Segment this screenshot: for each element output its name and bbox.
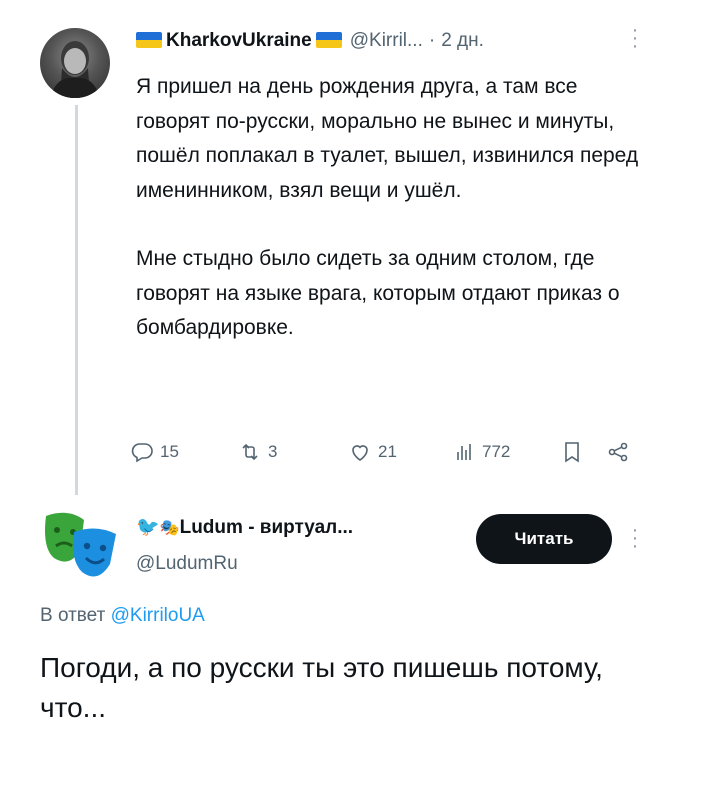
share-icon bbox=[608, 442, 628, 462]
portrait-image bbox=[50, 41, 100, 98]
like-button[interactable]: 21 bbox=[348, 440, 397, 464]
theater-masks-small-icon: 🎭 bbox=[159, 520, 180, 537]
reply-author-handle[interactable]: @LudumRu bbox=[136, 553, 238, 575]
author-avatar[interactable] bbox=[40, 28, 110, 98]
ukraine-flag-icon bbox=[315, 32, 342, 48]
tweet-actions: 15 3 21 772 bbox=[130, 440, 640, 470]
author-handle[interactable]: @Kirril... bbox=[350, 30, 423, 51]
separator-dot: · bbox=[428, 30, 436, 51]
retweet-button[interactable]: 3 bbox=[238, 440, 277, 464]
heart-icon bbox=[352, 445, 368, 461]
reply-button[interactable]: 15 bbox=[130, 440, 179, 464]
reply-header: 🐦🎭Ludum - виртуал... bbox=[136, 515, 353, 539]
views-button[interactable]: 772 bbox=[452, 440, 510, 464]
like-count: 21 bbox=[378, 442, 397, 461]
retweet-icon bbox=[242, 443, 258, 461]
reply-text: Погоди, а по русски ты это пишешь потому… bbox=[40, 652, 603, 723]
author-name[interactable]: KharkovUkraine bbox=[166, 30, 312, 51]
more-options-icon[interactable]: · · · bbox=[630, 20, 640, 56]
theater-masks-icon bbox=[45, 512, 116, 577]
reply-count: 15 bbox=[160, 442, 179, 461]
more-options-icon[interactable]: · · · bbox=[630, 520, 640, 556]
retweet-count: 3 bbox=[268, 442, 278, 461]
reply-icon bbox=[131, 443, 153, 463]
reply-author-name[interactable]: Ludum - виртуал... bbox=[180, 517, 354, 538]
reply-context: В ответ @KirriloUA bbox=[40, 605, 205, 627]
thread-line bbox=[75, 105, 78, 495]
follow-button[interactable]: Читать bbox=[476, 514, 612, 564]
tweet-paragraph: Мне стыдно было сидеть за одним столом, … bbox=[136, 247, 620, 339]
ukraine-flag-icon bbox=[136, 32, 162, 48]
tweet-text: Я пришел на день рождения друга, а там в… bbox=[136, 70, 656, 346]
tweet-paragraph: Я пришел на день рождения друга, а там в… bbox=[136, 75, 639, 202]
bookmark-button[interactable] bbox=[560, 440, 584, 464]
reply-mention-link[interactable]: @KirriloUA bbox=[111, 605, 205, 626]
tweet-header: KharkovUkraine @Kirril... · 2 дн. bbox=[136, 30, 484, 52]
share-button[interactable] bbox=[606, 440, 630, 464]
reply-prefix: В ответ bbox=[40, 605, 106, 626]
bookmark-icon bbox=[565, 442, 579, 463]
tweet-time[interactable]: 2 дн. bbox=[441, 30, 484, 51]
views-count: 772 bbox=[482, 442, 511, 461]
reply-author-avatar[interactable] bbox=[40, 510, 124, 584]
views-icon bbox=[457, 444, 471, 460]
twitter-bird-icon: 🐦 bbox=[136, 517, 160, 538]
